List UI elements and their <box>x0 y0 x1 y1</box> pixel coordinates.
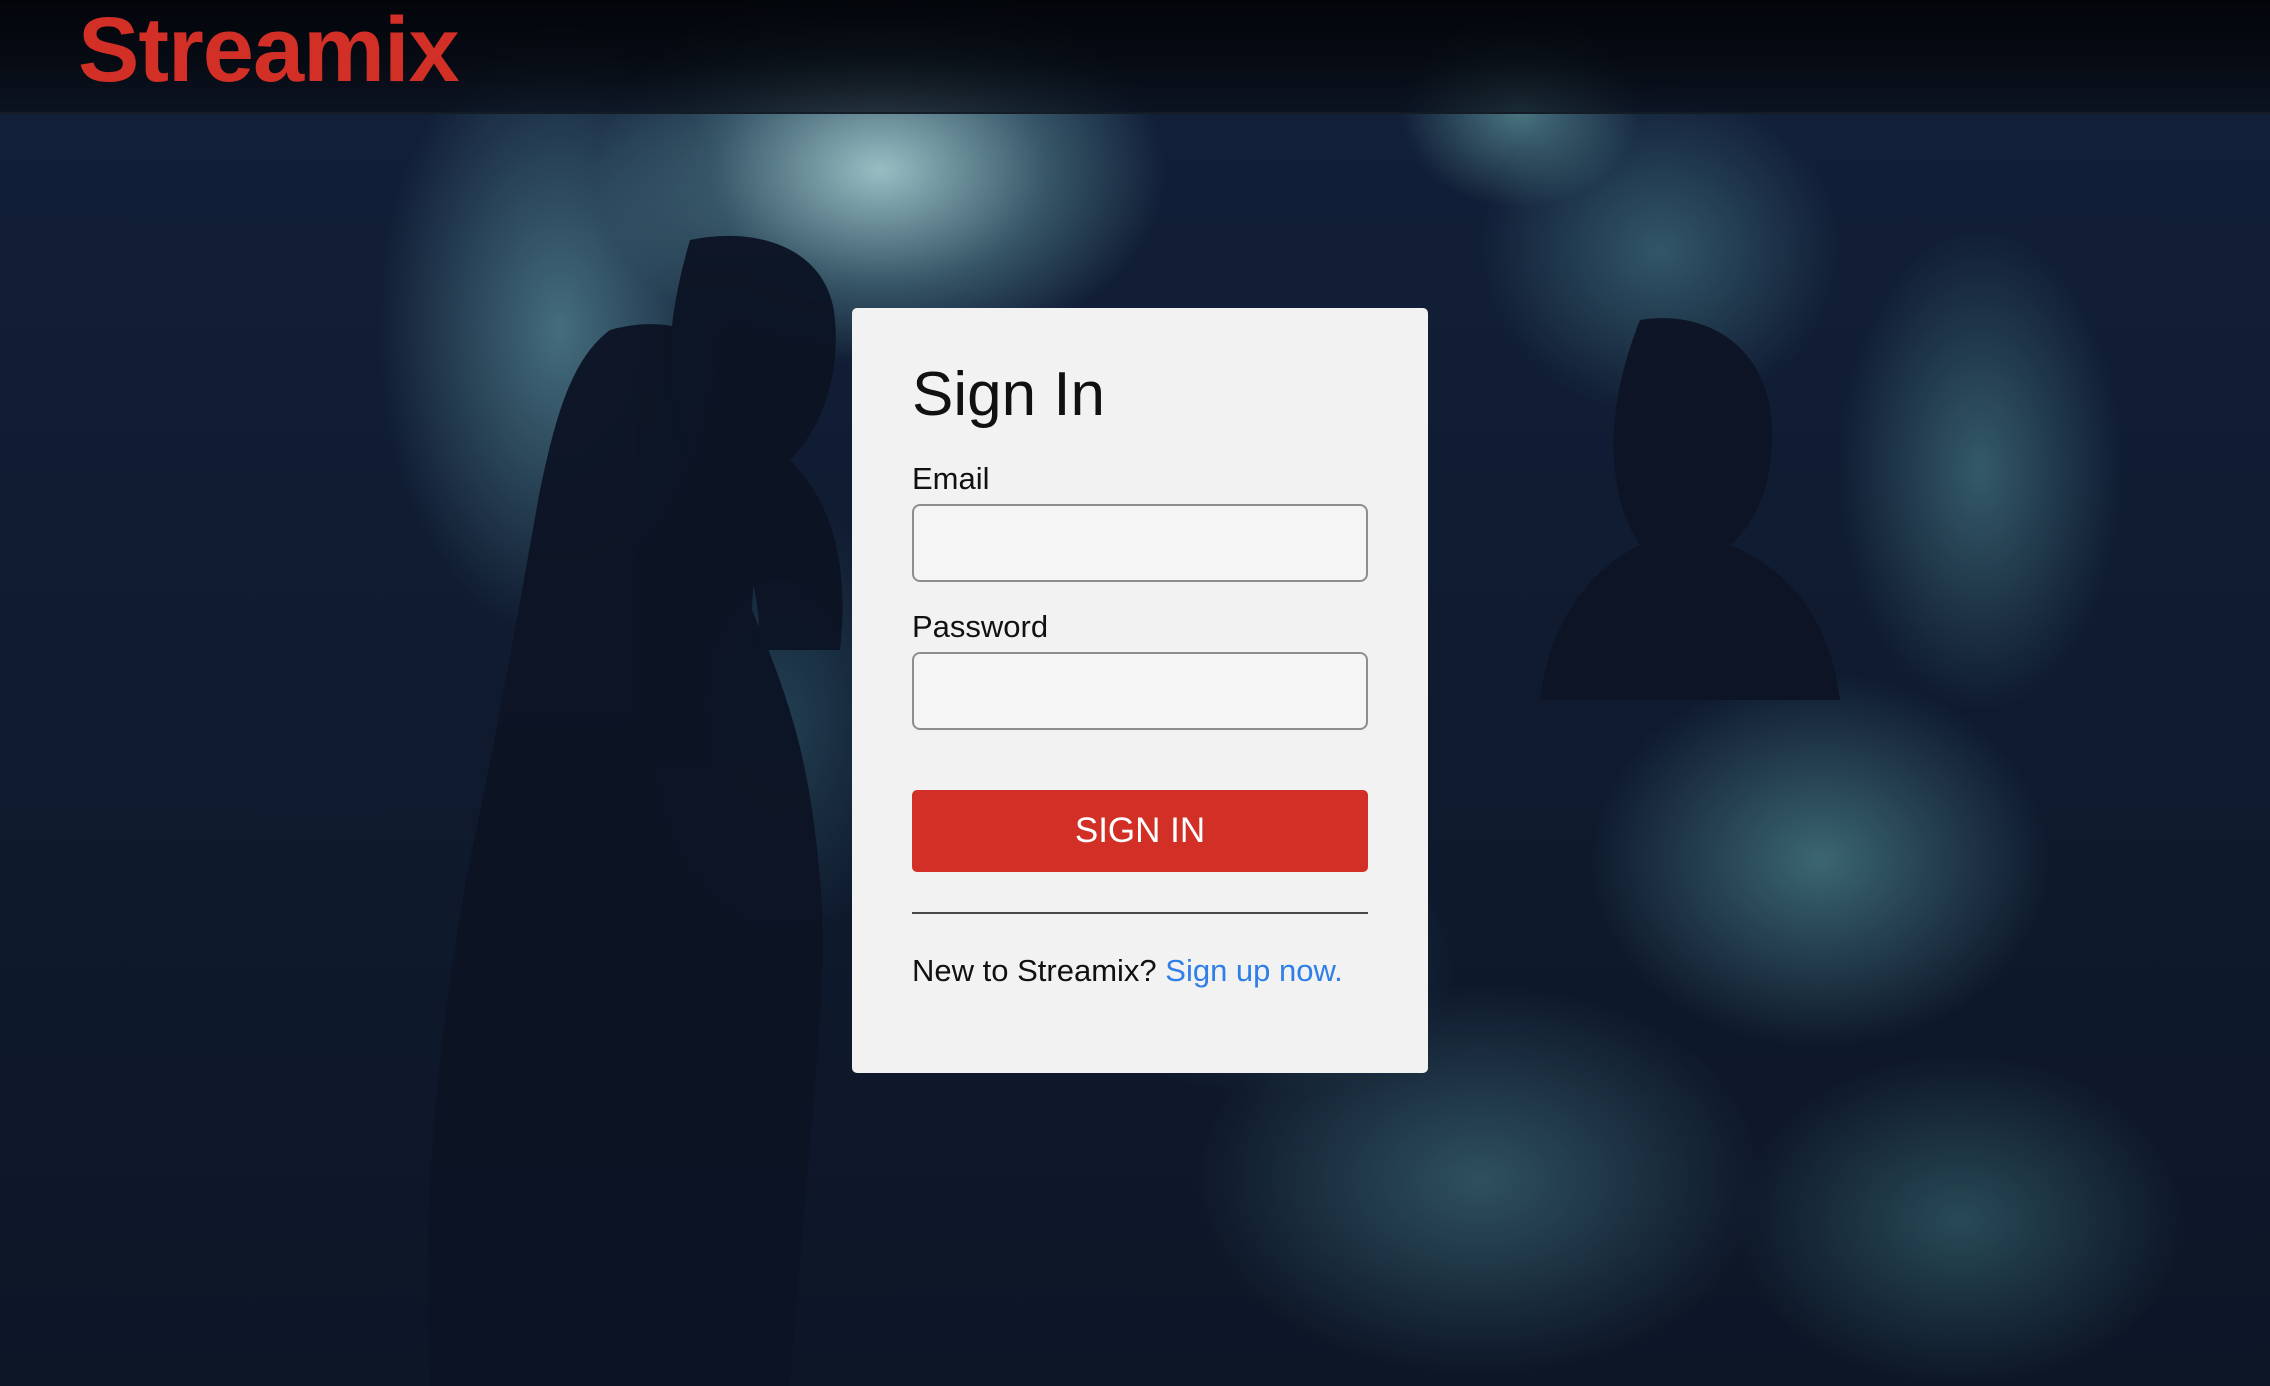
brand-logo[interactable]: Streamix <box>78 4 460 96</box>
divider <box>912 912 1368 915</box>
signin-title: Sign In <box>912 360 1106 429</box>
signin-card: Sign In Email Password SIGN IN New to St… <box>852 308 1428 1073</box>
email-field[interactable] <box>912 504 1368 583</box>
signup-prompt: New to Streamix? Sign up now. <box>912 952 1368 989</box>
sign-up-link[interactable]: Sign up now. <box>1165 953 1343 988</box>
password-field[interactable] <box>912 652 1368 731</box>
password-label: Password <box>912 609 1049 645</box>
top-bar: Streamix <box>0 0 2270 114</box>
signup-prompt-text: New to Streamix? <box>912 953 1157 989</box>
sign-in-button[interactable]: SIGN IN <box>912 790 1368 873</box>
email-label: Email <box>912 461 990 496</box>
silhouette-right-man <box>1540 318 1840 700</box>
